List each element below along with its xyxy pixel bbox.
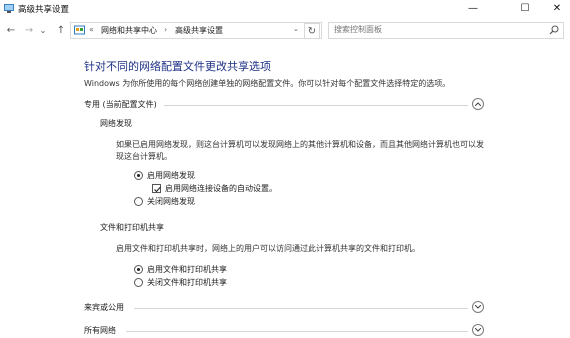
radio-button[interactable] [134,197,143,206]
section-header-all-networks[interactable]: 所有网络 [84,324,484,338]
main-content: 针对不同的网络配置文件更改共享选项 Windows 为你所使用的每个网络创建单独… [0,44,570,336]
maximize-button[interactable]: ☐ [506,0,544,18]
minimize-button[interactable]: — [454,0,492,18]
section-label-all-networks: 所有网络 [84,326,116,335]
group-title-network-discovery: 网络发现 [100,119,132,128]
address-bar[interactable]: « 网络和共享中心 › 高级共享设置 ⌄ [70,22,322,39]
radio-button[interactable] [134,171,143,180]
expand-all-networks-button[interactable] [472,324,484,336]
checkbox[interactable] [152,184,161,193]
close-button[interactable]: ✕ [544,0,570,18]
window-title: 高级共享设置 [18,5,70,15]
navigation-bar: ← → ⌄ ↑ « 网络和共享中心 › 高级共享设置 ⌄ ↻ [0,21,570,41]
section-label-guest-public: 来宾或公用 [84,303,124,312]
forward-button[interactable]: → [22,23,36,39]
breadcrumb-advanced-sharing[interactable]: 高级共享设置 [175,25,223,36]
divider [164,105,468,106]
collapse-private-button[interactable] [472,98,484,110]
search-icon[interactable] [549,25,559,35]
breadcrumb-network-center[interactable]: 网络和共享中心 [101,25,157,36]
checkbox-label: 启用网络连接设备的自动设置。 [165,184,277,193]
radio-button[interactable] [134,278,143,287]
group-title-file-printer-sharing: 文件和打印机共享 [100,223,164,232]
radio-label: 关闭网络发现 [147,197,195,206]
page-description: Windows 为你所使用的每个网络创建单独的网络配置文件。你可以针对每个配置文… [84,79,451,88]
divider [134,308,468,309]
chevron-up-icon [475,102,481,106]
section-header-guest-public[interactable]: 来宾或公用 [84,301,484,315]
address-dropdown-icon[interactable]: ⌄ [293,25,299,33]
expand-guest-public-button[interactable] [472,301,484,313]
search-input[interactable] [334,25,534,34]
network-share-icon [4,4,14,13]
refresh-button[interactable]: ↻ [304,23,320,39]
back-button[interactable]: ← [4,23,18,39]
page-title: 针对不同的网络配置文件更改共享选项 [84,60,271,73]
section-label-private: 专用 (当前配置文件) [84,100,157,109]
control-panel-icon [74,25,85,35]
group-description-network-discovery: 如果已启用网络发现，则这台计算机可以发现网络上的其他计算机和设备，而且其他网络计… [116,140,484,161]
radio-label: 启用网络发现 [147,171,195,180]
chevron-down-icon [475,328,481,332]
chevron-down-icon [475,305,481,309]
search-box[interactable] [328,22,564,39]
group-description-file-printer-sharing: 启用文件和打印机共享时，网络上的用户可以访问通过此计算机共享的文件和打印机。 [116,244,420,253]
recent-locations-button[interactable]: ⌄ [38,23,48,39]
address-overflow-icon[interactable]: « [89,25,94,34]
breadcrumb-separator-icon: › [164,25,168,34]
radio-label: 关闭文件和打印机共享 [147,278,227,287]
title-bar: 高级共享设置 — ☐ ✕ [0,0,570,18]
up-button[interactable]: ↑ [54,23,68,39]
radio-button[interactable] [134,265,143,274]
checkmark-icon [154,186,161,193]
section-header-private[interactable]: 专用 (当前配置文件) [84,98,484,112]
radio-label: 启用文件和打印机共享 [147,265,227,274]
